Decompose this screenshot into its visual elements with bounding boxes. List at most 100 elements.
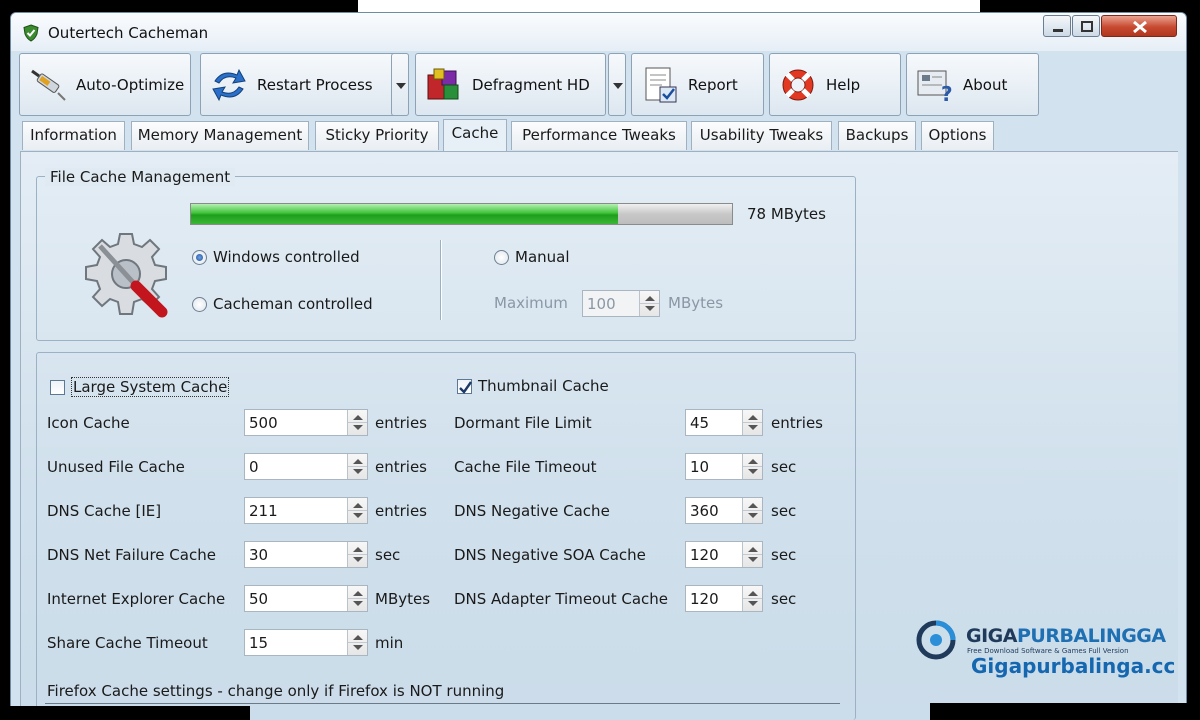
watermark-brand-a: GIGA: [966, 625, 1017, 647]
tab-cache[interactable]: Cache: [443, 119, 507, 151]
dns-adapter-timeout-cache-stepper[interactable]: 120: [685, 585, 763, 612]
stepper-value: 45: [690, 414, 710, 432]
stepper-arrows[interactable]: [347, 410, 367, 435]
dormant-file-limit-stepper[interactable]: 45: [685, 409, 763, 436]
tab-usability-tweaks[interactable]: Usability Tweaks: [691, 121, 832, 150]
stepper-value: 50: [249, 590, 269, 608]
defragment-hd-button[interactable]: Defragment HD: [415, 53, 606, 116]
watermark-brand: GIGAPURBALINGGA: [966, 625, 1166, 647]
close-button[interactable]: [1101, 15, 1177, 37]
bottom-left-black-strip: [0, 706, 250, 720]
close-icon: [1133, 20, 1147, 34]
manual-radio[interactable]: Manual: [494, 248, 570, 266]
tab-performance-tweaks[interactable]: Performance Tweaks: [511, 121, 687, 150]
radio-dot: [494, 249, 509, 265]
icon-cache-label: Icon Cache: [47, 414, 130, 432]
stepper-arrows[interactable]: [742, 498, 762, 523]
defragment-hd-dropdown[interactable]: [608, 53, 626, 116]
minimize-icon: [1053, 29, 1063, 32]
report-button[interactable]: Report: [631, 53, 764, 116]
firefox-section-line: [45, 703, 840, 704]
watermark-url: Gigapurbalinga.cc: [971, 654, 1176, 678]
maximum-unit: MBytes: [668, 294, 724, 312]
large-system-cache-checkbox[interactable]: Large System Cache: [50, 377, 230, 397]
stepper-arrows[interactable]: [347, 498, 367, 523]
auto-optimize-button[interactable]: Auto-Optimize: [19, 53, 191, 116]
minimize-button[interactable]: [1043, 15, 1071, 37]
shield-app-icon: [23, 24, 39, 42]
internet-explorer-cache-unit: MBytes: [375, 590, 431, 608]
firefox-cache-note: Firefox Cache settings - change only if …: [47, 682, 505, 700]
stepper-arrows[interactable]: [742, 542, 762, 567]
stepper-value: 15: [249, 634, 269, 652]
stepper-value: 30: [249, 546, 269, 564]
dns-negative-soa-cache-label: DNS Negative SOA Cache: [454, 546, 646, 564]
report-label: Report: [688, 75, 738, 94]
tab-sticky-priority[interactable]: Sticky Priority: [315, 121, 439, 150]
dormant-file-limit-unit: entries: [771, 414, 823, 432]
unused-file-cache-label: Unused File Cache: [47, 458, 185, 476]
stepper-arrows[interactable]: [347, 454, 367, 479]
cache-file-timeout-stepper[interactable]: 10: [685, 453, 763, 480]
stepper-arrows[interactable]: [742, 454, 762, 479]
cache-usage-fill: [191, 204, 619, 224]
tab-information[interactable]: Information: [22, 121, 125, 150]
stepper-arrows[interactable]: [742, 410, 762, 435]
tab-options[interactable]: Options: [921, 121, 994, 150]
tab-label: Backups: [845, 126, 909, 144]
windows-controlled-label: Windows controlled: [213, 248, 360, 266]
icon-cache-stepper[interactable]: 500: [244, 409, 368, 436]
vertical-separator: [440, 240, 442, 320]
cache-file-timeout-unit: sec: [771, 458, 797, 476]
defragment-hd-label: Defragment HD: [472, 75, 590, 94]
stepper-arrows[interactable]: [347, 586, 367, 611]
share-cache-timeout-unit: min: [375, 634, 404, 652]
dns-net-failure-cache-stepper[interactable]: 30: [244, 541, 368, 568]
maximum-label: Maximum: [494, 294, 568, 312]
share-cache-timeout-stepper[interactable]: 15: [244, 629, 368, 656]
bottom-right-black-strip: [930, 703, 1200, 720]
dns-negative-cache-unit: sec: [771, 502, 797, 520]
watermark-brand-b: PURBALINGGA: [1016, 625, 1166, 647]
thumbnail-cache-checkbox[interactable]: Thumbnail Cache: [457, 377, 609, 395]
help-label: Help: [826, 75, 861, 94]
cache-settings-group: [36, 352, 856, 720]
stepper-arrows[interactable]: [742, 586, 762, 611]
about-button[interactable]: ? About: [906, 53, 1039, 116]
restart-process-dropdown[interactable]: [391, 53, 409, 116]
stepper-value: 10: [690, 458, 710, 476]
cache-usage-bar: [190, 203, 733, 225]
cache-usage-label: 78 MBytes: [747, 205, 826, 223]
stepper-value: 0: [249, 458, 259, 476]
dns-negative-soa-cache-stepper[interactable]: 120: [685, 541, 763, 568]
stepper-arrows[interactable]: [347, 542, 367, 567]
about-question-icon: ?: [917, 70, 953, 105]
dns-adapter-timeout-cache-unit: sec: [771, 590, 797, 608]
internet-explorer-cache-stepper[interactable]: 50: [244, 585, 368, 612]
tab-memory-management[interactable]: Memory Management: [131, 121, 309, 150]
help-button[interactable]: Help: [769, 53, 901, 116]
restart-process-button[interactable]: Restart Process: [200, 53, 409, 116]
dns-cache-unit: entries: [375, 502, 427, 520]
title-bar: Outertech Cacheman: [11, 13, 1186, 51]
tab-label: Cache: [451, 124, 499, 142]
cache-file-timeout-label: Cache File Timeout: [454, 458, 597, 476]
tab-label: Usability Tweaks: [699, 126, 824, 144]
tab-backups[interactable]: Backups: [838, 121, 916, 150]
svg-text:?: ?: [941, 82, 953, 105]
stepper-arrows[interactable]: [347, 630, 367, 655]
windows-controlled-radio[interactable]: Windows controlled: [192, 248, 360, 266]
maximum-stepper[interactable]: 100: [582, 290, 660, 317]
unused-file-cache-stepper[interactable]: 0: [244, 453, 368, 480]
dns-negative-cache-stepper[interactable]: 360: [685, 497, 763, 524]
restart-process-label: Restart Process: [257, 75, 373, 94]
about-label: About: [963, 75, 1008, 94]
maximize-button[interactable]: [1072, 15, 1100, 37]
file-cache-legend: File Cache Management: [45, 168, 236, 186]
cacheman-controlled-radio[interactable]: Cacheman controlled: [192, 295, 373, 313]
stepper-arrows[interactable]: [639, 291, 659, 316]
stepper-value: 120: [690, 546, 719, 564]
syringe-icon: [31, 69, 66, 101]
dns-cache-stepper[interactable]: 211: [244, 497, 368, 524]
dormant-file-limit-label: Dormant File Limit: [454, 414, 592, 432]
